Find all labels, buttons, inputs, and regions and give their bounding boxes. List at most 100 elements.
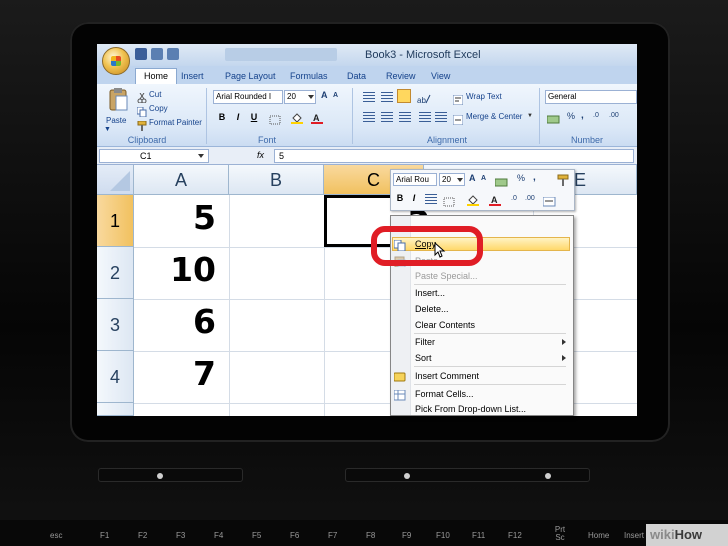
mini-borders-icon[interactable]	[443, 194, 457, 207]
mini-format-painter-icon[interactable]	[557, 173, 571, 186]
increase-decimal-button[interactable]: .0	[593, 112, 599, 119]
shrink-font-button[interactable]: A	[333, 92, 338, 99]
row-header-3[interactable]: 3	[97, 299, 134, 351]
mini-currency-icon[interactable]	[494, 174, 509, 187]
menu-item-insert[interactable]: Insert...	[415, 288, 445, 298]
align-left-icon[interactable]	[363, 112, 375, 122]
svg-text:A: A	[491, 195, 498, 205]
percent-button[interactable]: %	[567, 111, 575, 121]
cut-button[interactable]: Cut	[149, 90, 161, 99]
format-painter-button[interactable]: Format Painter	[149, 118, 202, 127]
wrap-text-button[interactable]: Wrap Text	[466, 92, 502, 101]
indent-icon[interactable]	[419, 112, 431, 122]
row-header-4[interactable]: 4	[97, 351, 134, 403]
font-size-combo[interactable]: 20	[284, 90, 316, 104]
menu-item-clear-contents[interactable]: Clear Contents	[415, 320, 475, 330]
mini-percent-button[interactable]: %	[517, 173, 525, 183]
formula-input[interactable]: 5	[274, 149, 634, 163]
merge-dropdown-arrow[interactable]: ▼	[527, 113, 533, 119]
paste-button[interactable]: Paste	[106, 116, 126, 125]
paste-icon[interactable]	[107, 87, 129, 113]
orientation-icon[interactable]: ab	[417, 91, 431, 105]
row-header-2[interactable]: 2	[97, 247, 134, 299]
cell-a1[interactable]: 5	[134, 198, 222, 237]
key-f6: F6	[290, 531, 300, 540]
chevron-down-icon[interactable]	[198, 154, 204, 158]
font-group-label: Font	[257, 135, 276, 145]
menu-item-sort[interactable]: Sort	[415, 353, 432, 363]
bold-button[interactable]: B	[215, 110, 229, 124]
save-icon[interactable]	[135, 48, 147, 60]
mini-font-combo[interactable]: Arial Rou	[393, 173, 437, 186]
tab-formulas[interactable]: Formulas	[290, 71, 328, 81]
tab-page-layout[interactable]: Page Layout	[225, 71, 276, 81]
mini-merge-icon[interactable]	[542, 194, 557, 207]
tab-view[interactable]: View	[431, 71, 450, 81]
italic-button[interactable]: I	[231, 110, 245, 124]
office-button[interactable]	[102, 47, 130, 75]
decrease-decimal-button[interactable]: .00	[609, 112, 619, 119]
font-name-combo[interactable]: Arial Rounded I	[213, 90, 283, 104]
currency-icon[interactable]	[546, 111, 561, 124]
undo-icon[interactable]	[151, 48, 163, 60]
paste-dropdown-arrow[interactable]: ▼	[104, 126, 111, 133]
font-color-icon[interactable]: A	[311, 111, 325, 124]
mini-bold-button[interactable]: B	[394, 192, 406, 204]
copy-button[interactable]: Copy	[149, 104, 168, 113]
cell-a4[interactable]: 7	[134, 354, 222, 393]
menu-separator	[414, 333, 566, 334]
cell-a3[interactable]: 6	[134, 302, 222, 341]
mini-center-icon[interactable]	[425, 194, 437, 204]
column-header-b[interactable]: B	[229, 165, 324, 195]
menu-item-insert-comment[interactable]: Insert Comment	[415, 371, 479, 381]
watermark-wiki: wiki	[650, 527, 675, 542]
tab-insert[interactable]: Insert	[181, 71, 204, 81]
font-size-value: 20	[287, 92, 296, 101]
insert-function-button[interactable]: fx	[257, 150, 264, 160]
mini-increase-decimal-button[interactable]: .0	[511, 195, 517, 202]
tab-home[interactable]: Home	[135, 68, 178, 84]
borders-icon[interactable]	[269, 112, 283, 125]
mini-fill-color-icon[interactable]	[467, 193, 481, 206]
align-middle-icon[interactable]	[381, 92, 393, 102]
key-f7: F7	[328, 531, 338, 540]
chevron-right-icon	[562, 355, 566, 361]
cell-a2[interactable]: 10	[134, 250, 222, 289]
menu-item-paste-special[interactable]: Paste Special...	[415, 271, 478, 281]
underline-button[interactable]: U	[247, 110, 261, 124]
mini-shrink-font-button[interactable]: A	[481, 175, 486, 182]
menu-item-pick-from-list[interactable]: Pick From Drop-down List...	[415, 404, 526, 414]
status-led	[157, 473, 163, 479]
menu-item-format-cells[interactable]: Format Cells...	[415, 389, 474, 399]
comma-button[interactable]: ,	[581, 110, 584, 121]
grow-font-button[interactable]: A	[321, 90, 328, 100]
mini-grow-font-button[interactable]: A	[469, 173, 476, 183]
align-right-icon[interactable]	[399, 112, 411, 122]
menu-item-delete[interactable]: Delete...	[415, 304, 449, 314]
row-header-5[interactable]	[97, 403, 134, 416]
align-top-icon[interactable]	[363, 92, 375, 102]
row-header-1[interactable]: 1	[97, 195, 134, 247]
mini-decrease-decimal-button[interactable]: .00	[525, 195, 535, 202]
name-box[interactable]: C1	[99, 149, 209, 163]
align-bottom-button[interactable]	[397, 89, 411, 103]
select-all-corner[interactable]	[97, 165, 134, 195]
tab-review[interactable]: Review	[386, 71, 416, 81]
mini-comma-button[interactable]: ,	[533, 172, 536, 183]
fill-color-icon[interactable]	[291, 111, 305, 124]
number-format-combo[interactable]: General	[545, 90, 637, 104]
merge-center-button[interactable]: Merge & Center	[466, 112, 522, 121]
column-header-a[interactable]: A	[134, 165, 229, 195]
mini-italic-button[interactable]: I	[408, 192, 420, 204]
menu-item-filter[interactable]: Filter	[415, 337, 435, 347]
tab-data[interactable]: Data	[347, 71, 366, 81]
mini-size-combo[interactable]: 20	[439, 173, 465, 186]
key-f8: F8	[366, 531, 376, 540]
mouse-cursor-icon	[434, 242, 446, 258]
mini-font-color-icon[interactable]: A	[489, 193, 503, 206]
outdent-icon[interactable]	[435, 112, 447, 122]
redo-icon[interactable]	[167, 48, 179, 60]
key-f11: F11	[472, 531, 486, 540]
mini-size-value: 20	[442, 175, 451, 184]
align-center-icon[interactable]	[381, 112, 393, 122]
